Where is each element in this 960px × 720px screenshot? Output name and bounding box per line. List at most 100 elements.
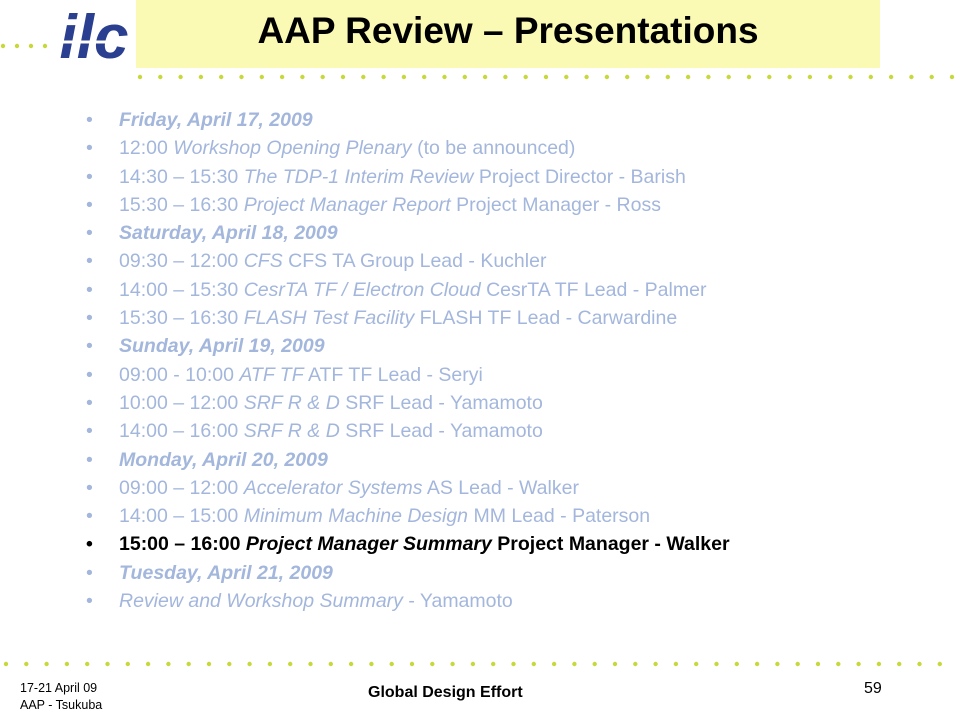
bullet: • (86, 363, 93, 386)
page-number: 59 (864, 680, 882, 697)
agenda-item: • 09:30 – 12:00 CFS CFS TA Group Lead - K… (86, 247, 946, 275)
decor-dot (625, 74, 630, 80)
session-presenter: AS Lead - Walker (422, 476, 579, 499)
decor-dot (807, 74, 813, 80)
decor-dot (239, 74, 244, 80)
day-label: Tuesday, April 21, 2009 (119, 561, 333, 584)
decor-dot (328, 661, 333, 667)
footer-event: AAP - Tsukuba (20, 698, 103, 712)
agenda-item: • 15:30 – 16:30 Project Manager Report Pr… (86, 191, 946, 219)
footer-date-event: 17-21 April 09 AAP - Tsukuba (20, 680, 102, 714)
session-time: 12:00 (119, 137, 174, 160)
decor-dot (645, 74, 650, 80)
bullet: • (86, 533, 93, 556)
decor-dot (198, 74, 204, 80)
decor-dot (665, 74, 670, 80)
decor-dot (848, 74, 853, 80)
session-presenter: CesrTA TF Lead - Palmer (480, 278, 707, 301)
decor-dot (450, 661, 455, 667)
session-topic: SRF R & D (243, 420, 340, 443)
agenda-day-heading: • Sunday, April 19, 2009 (86, 332, 946, 360)
decor-dot (604, 74, 610, 80)
decor-dot (105, 661, 110, 667)
decor-dot (795, 661, 800, 667)
decor-dot (726, 74, 731, 80)
agenda-item: • 15:30 – 16:30 FLASH Test Facility FLASH… (86, 304, 946, 332)
decor-dot (856, 661, 861, 667)
session-time: 15:30 – 16:30 (119, 193, 244, 216)
agenda-item: • 10:00 – 12:00 SRF R & D SRF Lead - Yama… (86, 389, 946, 417)
decor-dot (949, 74, 955, 80)
session-presenter: - Yamamoto (402, 590, 513, 613)
decor-dot (64, 661, 70, 667)
decor-dot (14, 43, 20, 49)
ilc-logo-text: ilc (60, 6, 129, 72)
session-presenter: ATF TF Lead - Seryi (303, 363, 483, 386)
decor-dot (24, 661, 29, 667)
decor-dot (653, 661, 658, 667)
decor-dot (714, 661, 719, 667)
decor-dot (85, 661, 90, 667)
session-presenter: SRF Lead - Yamamoto (339, 420, 543, 443)
decor-dot (219, 74, 224, 80)
decor-dot (828, 74, 833, 80)
agenda-item: • 14:00 – 15:30 CesrTA TF / Electron Clou… (86, 276, 946, 304)
bullet: • (86, 307, 93, 330)
decor-dot (348, 661, 354, 667)
decor-dot (523, 74, 528, 80)
decor-dot (0, 43, 6, 49)
agenda-item: • 09:00 - 10:00 ATF TF ATF TF Lead - Sery… (86, 361, 946, 389)
decor-dot (511, 661, 516, 667)
decor-dot (361, 74, 366, 80)
session-topic: FLASH Test Facility (243, 307, 415, 330)
decor-dot (259, 74, 264, 80)
decor-dot (787, 74, 792, 80)
day-label: Friday, April 17, 2009 (119, 109, 313, 131)
decor-dot (470, 661, 476, 667)
day-label: Sunday, April 19, 2009 (119, 335, 325, 358)
bullet: • (86, 391, 93, 414)
bullet: • (86, 278, 93, 301)
agenda-item: • 12:00 Workshop Opening Plenary (to be a… (86, 134, 946, 162)
session-topic: CFS (243, 250, 283, 273)
agenda-list: • Friday, April 17, 2009 • 12:00 Workshop O… (86, 106, 946, 615)
decor-dot (28, 43, 34, 49)
session-time: 15:00 – 16:00 (119, 533, 246, 556)
decor-dot (673, 661, 679, 667)
bullet: • (86, 193, 93, 216)
decor-dot (279, 74, 285, 80)
session-presenter: CFS TA Group Lead - Kuchler (282, 250, 547, 273)
bullet: • (86, 250, 93, 273)
decor-dot (564, 74, 569, 80)
decor-dot (430, 661, 435, 667)
decor-dot (572, 661, 577, 667)
bullet: • (86, 561, 93, 584)
decor-dot (462, 74, 467, 80)
agenda-day-heading: • Monday, April 20, 2009 (86, 446, 946, 474)
decor-dot (137, 74, 143, 80)
agenda-day-heading: • Saturday, April 18, 2009 (86, 219, 946, 247)
session-topic: Minimum Machine Design (243, 505, 469, 528)
decor-dot (401, 74, 407, 80)
decor-dot (340, 74, 346, 80)
title-dots (136, 74, 960, 80)
decor-dot (734, 661, 739, 667)
decor-dot (158, 74, 163, 80)
footer-organization: Global Design Effort (368, 684, 523, 701)
decor-dot (178, 74, 183, 80)
session-presenter: FLASH TF Lead - Carwardine (414, 307, 678, 330)
day-label: Monday, April 20, 2009 (119, 448, 328, 471)
decor-dot (815, 661, 821, 667)
bullet: • (86, 448, 93, 471)
decor-dot (227, 661, 232, 667)
decor-dot (267, 661, 273, 667)
decor-dot (543, 74, 549, 80)
decor-dot (685, 74, 691, 80)
bullet: • (86, 165, 93, 188)
decor-dot (836, 661, 841, 667)
bullet: • (86, 505, 93, 528)
session-time: 15:30 – 16:30 (119, 307, 244, 330)
decor-dot (775, 661, 780, 667)
decor-dot (206, 661, 212, 667)
decor-dot (186, 661, 191, 667)
